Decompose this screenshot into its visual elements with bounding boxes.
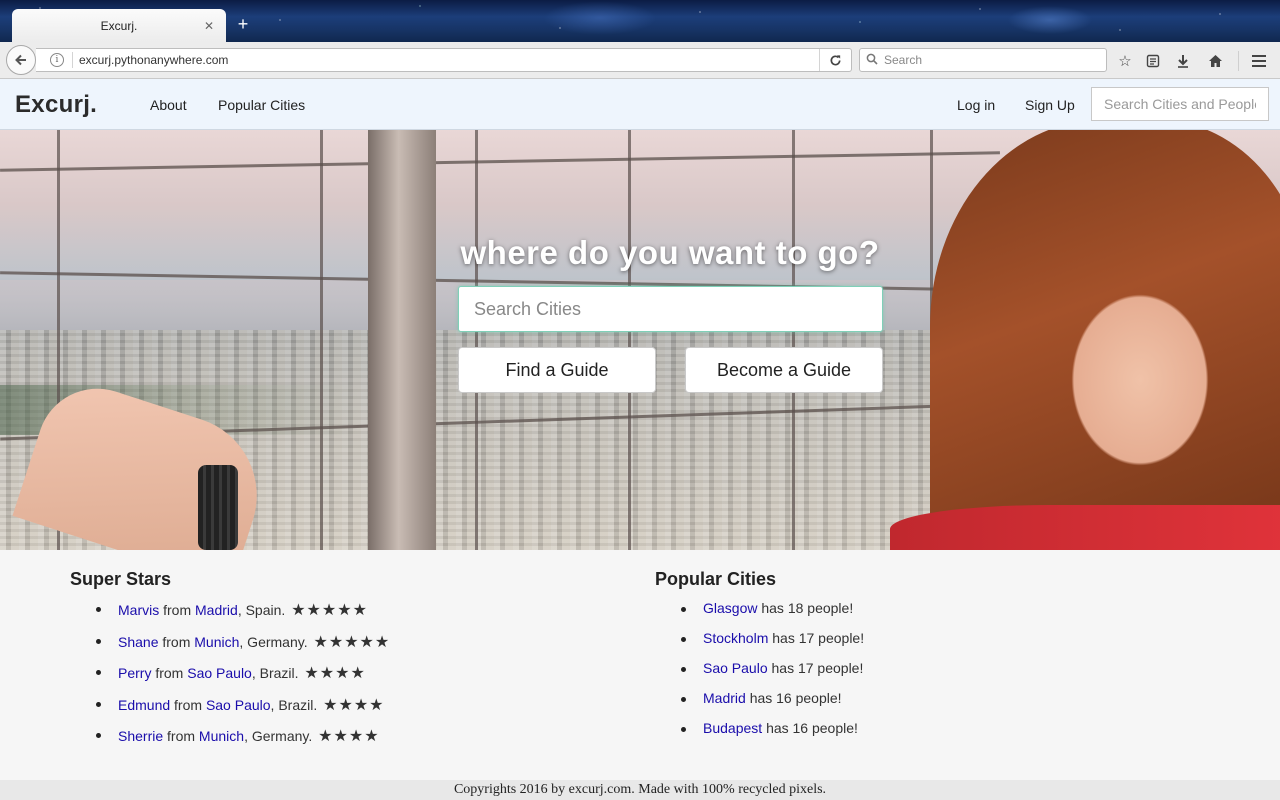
list-item: Glasgow has 18 people! (681, 600, 864, 630)
list-item: Budapest has 16 people! (681, 720, 864, 750)
list-item: Perry from Sao Paulo, Brazil. ★★★★ (96, 663, 390, 695)
super-stars-title: Super Stars (70, 569, 172, 589)
become-guide-button[interactable]: Become a Guide (685, 347, 883, 393)
hero-photo-person (930, 130, 1280, 550)
fence-wire (475, 130, 478, 550)
hero-search-input[interactable] (458, 286, 883, 332)
nav-link-popular-cities[interactable]: Popular Cities (218, 97, 305, 113)
city-link[interactable]: Madrid (703, 690, 746, 706)
new-tab-icon[interactable]: + (234, 14, 252, 34)
city-link[interactable]: Budapest (703, 720, 762, 736)
city-link[interactable]: Sao Paulo (187, 665, 252, 681)
hero-photo-bracelet (198, 465, 238, 550)
tab-close-icon[interactable]: ✕ (202, 19, 216, 33)
city-count-text: has 17 people! (772, 630, 865, 646)
url-separator (72, 52, 73, 68)
city-link[interactable]: Munich (199, 728, 244, 744)
country-text: , Germany. (239, 633, 308, 650)
browser-toolbar: i excurj.pythonanywhere.com ☆ (0, 42, 1280, 79)
star-rating: ★★★★★ (313, 633, 391, 651)
from-text: from (155, 665, 184, 681)
back-arrow-icon (15, 54, 26, 66)
country-text: , Spain. (237, 602, 286, 618)
city-link[interactable]: Sao Paulo (703, 660, 768, 676)
fence-post (368, 130, 436, 550)
guide-name-link[interactable]: Edmund (118, 697, 170, 713)
list-item: Sao Paulo has 17 people! (681, 660, 864, 690)
country-text: , Brazil. (251, 665, 299, 681)
list-item: Stockholm has 17 people! (681, 630, 864, 660)
menu-icon[interactable] (1248, 50, 1270, 72)
from-text: from (174, 696, 203, 713)
guide-name-link[interactable]: Sherrie (118, 728, 163, 744)
url-bar[interactable]: i excurj.pythonanywhere.com (36, 48, 852, 72)
list-item: Shane from Munich, Germany. ★★★★★ (96, 632, 390, 664)
country-text: , Germany. (244, 728, 313, 744)
find-guide-button[interactable]: Find a Guide (458, 347, 656, 393)
fence-wire (792, 130, 795, 550)
city-count-text: has 16 people! (749, 690, 842, 706)
site-navbar: Excurj. About Popular Cities Log in Sign… (0, 79, 1280, 130)
star-rating: ★★★★★ (291, 602, 368, 619)
city-link[interactable]: Madrid (195, 602, 238, 618)
bookmark-star-icon[interactable]: ☆ (1114, 50, 1136, 72)
city-link[interactable]: Sao Paulo (206, 697, 271, 713)
city-link[interactable]: Munich (194, 634, 239, 650)
super-stars-list: Marvis from Madrid, Spain. ★★★★★ Shane f… (96, 600, 390, 758)
list-item: Edmund from Sao Paulo, Brazil. ★★★★ (96, 695, 390, 727)
city-link[interactable]: Glasgow (703, 600, 757, 616)
popular-cities-list: Glasgow has 18 people! Stockholm has 17 … (681, 600, 864, 750)
list-item: Madrid has 16 people! (681, 690, 864, 720)
city-count-text: has 17 people! (771, 660, 864, 676)
from-text: from (167, 728, 196, 744)
url-text[interactable]: excurj.pythonanywhere.com (79, 53, 819, 67)
list-item: Sherrie from Munich, Germany. ★★★★ (96, 726, 390, 758)
home-icon[interactable] (1204, 50, 1226, 72)
guide-name-link[interactable]: Perry (118, 665, 151, 681)
page-footer: Copyrights 2016 by excurj.com. Made with… (0, 780, 1280, 800)
city-link[interactable]: Stockholm (703, 630, 768, 646)
hero-photo-shirt (890, 505, 1280, 550)
browser-tab[interactable]: Excurj. ✕ (12, 9, 226, 42)
tab-title: Excurj. (100, 18, 138, 33)
list-item: Marvis from Madrid, Spain. ★★★★★ (96, 600, 390, 632)
hero-section: where do you want to go? Find a Guide Be… (0, 130, 1280, 550)
search-icon (866, 53, 878, 68)
star-rating: ★★★★ (318, 728, 380, 745)
fence-wire (320, 130, 323, 550)
nav-link-about[interactable]: About (150, 97, 187, 113)
from-text: from (162, 633, 191, 650)
back-button[interactable] (6, 45, 36, 75)
country-text: , Brazil. (270, 696, 318, 713)
from-text: from (163, 602, 192, 618)
fence-wire (628, 130, 631, 550)
hero-title: where do you want to go? (460, 234, 880, 271)
login-link[interactable]: Log in (957, 97, 995, 113)
nav-search-input[interactable] (1091, 87, 1269, 121)
star-rating: ★★★★ (304, 665, 366, 682)
info-icon[interactable]: i (50, 53, 64, 67)
guide-name-link[interactable]: Marvis (118, 602, 159, 618)
toolbar-separator (1238, 51, 1239, 71)
reload-icon[interactable] (819, 49, 851, 71)
browser-tab-bar: Excurj. ✕ + (0, 0, 1280, 42)
browser-search-bar[interactable] (859, 48, 1107, 72)
download-icon[interactable] (1172, 50, 1194, 72)
popular-cities-title: Popular Cities (655, 569, 777, 589)
guide-name-link[interactable]: Shane (118, 634, 158, 650)
reading-list-icon[interactable] (1142, 50, 1164, 72)
city-count-text: has 16 people! (766, 720, 858, 736)
star-rating: ★★★★ (323, 696, 385, 714)
signup-link[interactable]: Sign Up (1025, 97, 1075, 113)
browser-search-input[interactable] (884, 53, 1084, 67)
fence-wire (0, 151, 1000, 172)
city-count-text: has 18 people! (761, 600, 854, 616)
brand-logo[interactable]: Excurj. (15, 91, 97, 119)
